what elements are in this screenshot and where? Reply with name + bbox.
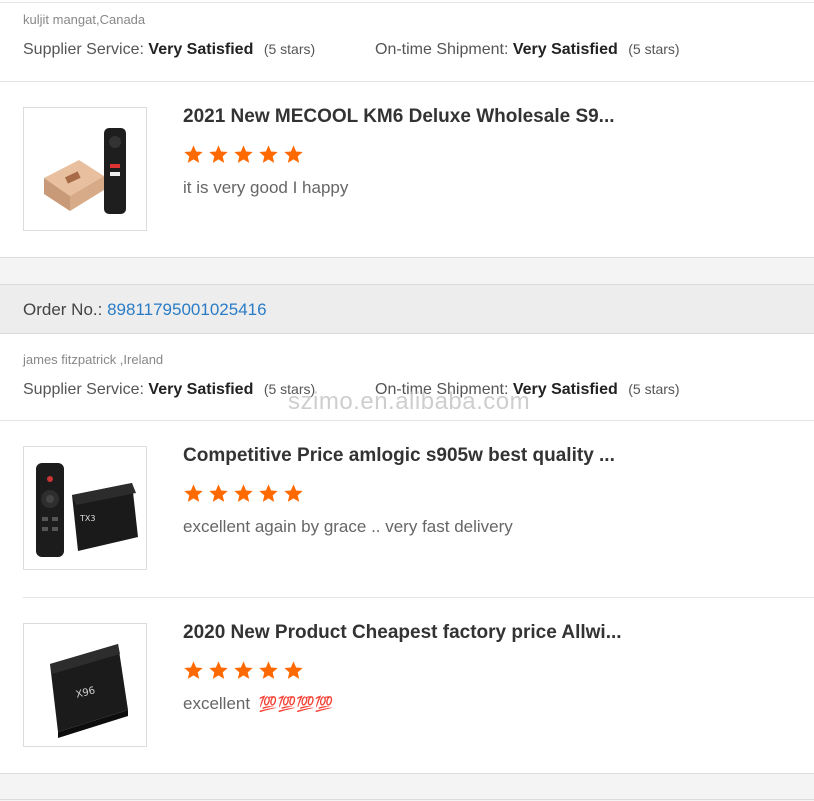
product-thumbnail[interactable] [23,107,147,231]
star-icon [234,145,253,163]
reviewer-name: kuljit mangat,Canada [23,12,146,27]
divider [0,420,814,421]
star-icon [259,145,278,163]
star-icon [259,661,278,679]
supplier-service-value: Very Satisfied [148,381,254,398]
product-title[interactable]: 2021 New MECOOL KM6 Deluxe Wholesale S9.… [183,106,615,128]
star-icon [209,484,228,502]
supplier-service-rating: Supplier Service: Very Satisfied (5 star… [23,381,315,399]
shipment-value: Very Satisfied [512,381,618,398]
divider [0,799,814,800]
star-icon [209,661,228,679]
shipment-label: On-time Shipment: [375,381,509,398]
supplier-service-label: Supplier Service: [23,381,144,398]
star-icon [234,484,253,502]
star-icon [209,145,228,163]
divider [23,597,814,598]
star-icon [184,484,203,502]
star-icon [284,661,303,679]
section-gap [0,258,814,284]
product-rating-stars [183,144,304,165]
svg-text:TX3: TX3 [79,514,95,523]
star-icon [259,484,278,502]
tv-box-gold-image [44,128,126,214]
review-comment: it is very good I happy [183,178,349,197]
star-icon [284,145,303,163]
product-rating-stars [183,483,304,504]
product-title[interactable]: Competitive Price amlogic s905w best qua… [183,445,615,467]
supplier-service-stars: (5 stars) [263,381,316,397]
section-gap [0,774,814,801]
star-icon [184,661,203,679]
order-number-row: Order No.: 89811795001025416 [23,300,267,320]
shipment-stars: (5 stars) [628,41,680,57]
tv-box-black-image: X96 [50,644,128,738]
review-comment: excellent 💯💯💯💯 [183,694,334,714]
supplier-service-rating: Supplier Service: Very Satisfied (5 star… [23,41,315,59]
product-thumbnail[interactable]: TX3 [23,446,147,570]
divider [0,2,814,3]
shipment-stars: (5 stars) [628,381,680,397]
product-title[interactable]: 2020 New Product Cheapest factory price … [183,622,622,644]
order-number-label: Order No.: [23,300,103,319]
review-comment: excellent again by grace .. very fast de… [183,517,513,536]
supplier-service-label: Supplier Service: [23,41,144,58]
supplier-service-value: Very Satisfied [148,41,254,58]
shipment-value: Very Satisfied [512,41,618,58]
supplier-service-stars: (5 stars) [263,41,316,57]
shipment-rating: On-time Shipment: Very Satisfied (5 star… [375,381,680,399]
shipment-rating: On-time Shipment: Very Satisfied (5 star… [375,41,680,59]
product-thumbnail[interactable]: X96 [23,623,147,747]
reviewer-name: james fitzpatrick ,Ireland [23,352,164,367]
star-icon [234,661,253,679]
order-number-link[interactable]: 89811795001025416 [107,300,266,319]
review-comment-text: excellent [183,694,251,713]
divider [0,81,814,82]
product-rating-stars [183,660,304,681]
hundred-points-emoji: 💯💯💯💯 [258,696,334,713]
star-icon [284,484,303,502]
star-icon [184,145,203,163]
tv-box-remote-image: TX3 [36,463,138,557]
order-header: Order No.: 89811795001025416 [0,284,814,334]
shipment-label: On-time Shipment: [375,41,509,58]
